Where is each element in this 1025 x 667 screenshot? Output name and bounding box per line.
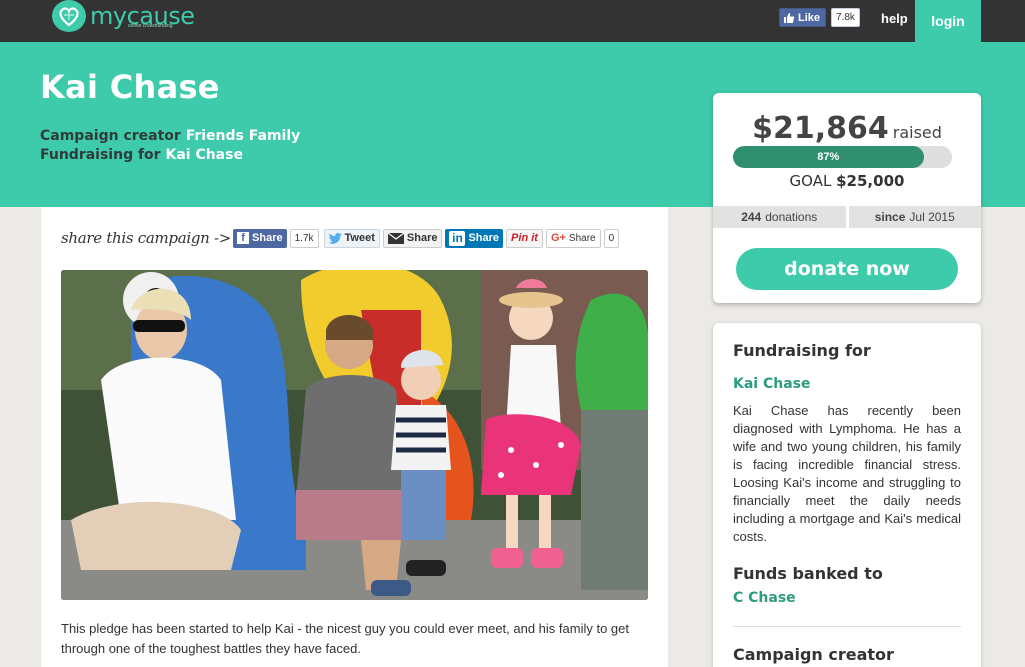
stats-meta-row: 244 donations since Jul 2015	[713, 206, 981, 228]
beneficiary-link[interactable]: Kai Chase	[733, 376, 811, 392]
facebook-icon: f	[237, 232, 250, 244]
facebook-share-button[interactable]: f Share	[233, 228, 287, 248]
funds-banked-heading: Funds banked to	[733, 564, 883, 583]
top-nav-bar: mycause online crowdfunding Like 7.8k he…	[0, 0, 1025, 42]
help-link[interactable]: help	[881, 11, 908, 26]
campaign-creator-heading: Campaign creator	[733, 645, 894, 664]
section-divider	[733, 626, 961, 627]
goal-line: GOAL $25,000	[713, 172, 981, 190]
linkedin-icon: in	[449, 230, 466, 246]
campaign-main-panel: share this campaign -> f Share 1.7k Twee…	[41, 207, 668, 667]
envelope-icon	[387, 232, 404, 244]
since-date-cell: since Jul 2015	[845, 206, 982, 228]
since-label: since	[874, 210, 906, 224]
fundraising-for-label: Fundraising for	[40, 147, 161, 163]
progress-percent: 87%	[817, 151, 840, 163]
facebook-like-button[interactable]: Like	[779, 8, 827, 27]
fundraising-for-heading: Fundraising for	[733, 341, 871, 360]
email-share-button[interactable]: Share	[382, 228, 443, 248]
facebook-share-label: Share	[252, 232, 283, 244]
campaign-title: Kai Chase	[40, 68, 220, 106]
campaign-creator-link[interactable]: Friends Family	[186, 128, 301, 144]
since-date: Jul 2015	[909, 210, 955, 224]
like-label: Like	[798, 11, 821, 24]
amount-raised: $21,864 raised	[713, 111, 981, 146]
progress-fill: 87%	[733, 146, 924, 168]
donate-now-button[interactable]: donate now	[736, 248, 958, 290]
campaign-creator-label: Campaign creator	[40, 128, 181, 144]
share-bar: share this campaign -> f Share 1.7k Twee…	[61, 228, 624, 248]
facebook-like-widget: Like 7.8k	[779, 8, 860, 27]
mycause-logo[interactable]: mycause	[52, 0, 195, 32]
campaign-creator-line: Campaign creator Friends Family	[40, 128, 300, 144]
pinterest-pin-button[interactable]: Pin it	[506, 228, 543, 248]
progress-bar: 87%	[733, 146, 952, 168]
donations-count-cell: 244 donations	[713, 206, 846, 228]
linkedin-share-button[interactable]: in Share	[445, 228, 504, 248]
campaign-info-card: Fundraising for Kai Chase Kai Chase has …	[713, 323, 981, 667]
google-plus-count: 0	[603, 228, 620, 248]
campaign-photo	[61, 270, 648, 600]
linkedin-share-label: Share	[468, 232, 500, 244]
fundraising-stats-card: $21,864 raised 87% GOAL $25,000 244 donat…	[713, 93, 981, 303]
share-campaign-label: share this campaign ->	[61, 229, 232, 247]
goal-label: GOAL	[789, 172, 832, 190]
fundraising-for-line: Fundraising for Kai Chase	[40, 147, 243, 163]
google-plus-share-label: Share	[568, 232, 596, 244]
thumbs-up-icon	[784, 12, 795, 23]
raised-label: raised	[892, 123, 942, 142]
campaign-story: This pledge has been started to help Kai…	[61, 621, 629, 656]
tweet-button[interactable]: Tweet	[323, 228, 380, 248]
login-button[interactable]: login	[915, 0, 981, 42]
email-share-label: Share	[406, 232, 438, 244]
google-plus-icon: G+	[550, 232, 566, 244]
brand-tagline: online crowdfunding	[128, 23, 173, 29]
like-count: 7.8k	[831, 8, 860, 27]
goal-amount: $25,000	[836, 172, 905, 190]
donations-label: donations	[765, 210, 818, 224]
google-plus-share-button[interactable]: G+ Share	[545, 228, 601, 248]
tweet-label: Tweet	[344, 232, 375, 244]
beneficiary-description: Kai Chase has recently been diagnosed wi…	[733, 403, 961, 544]
fundraising-for-link[interactable]: Kai Chase	[165, 147, 243, 163]
funds-banked-name: C Chase	[733, 590, 796, 606]
raised-amount: $21,864	[752, 111, 889, 146]
donations-count: 244	[741, 210, 762, 224]
heart-logo-icon	[52, 0, 86, 32]
facebook-share-count: 1.7k	[289, 228, 319, 248]
twitter-bird-icon	[328, 232, 342, 244]
